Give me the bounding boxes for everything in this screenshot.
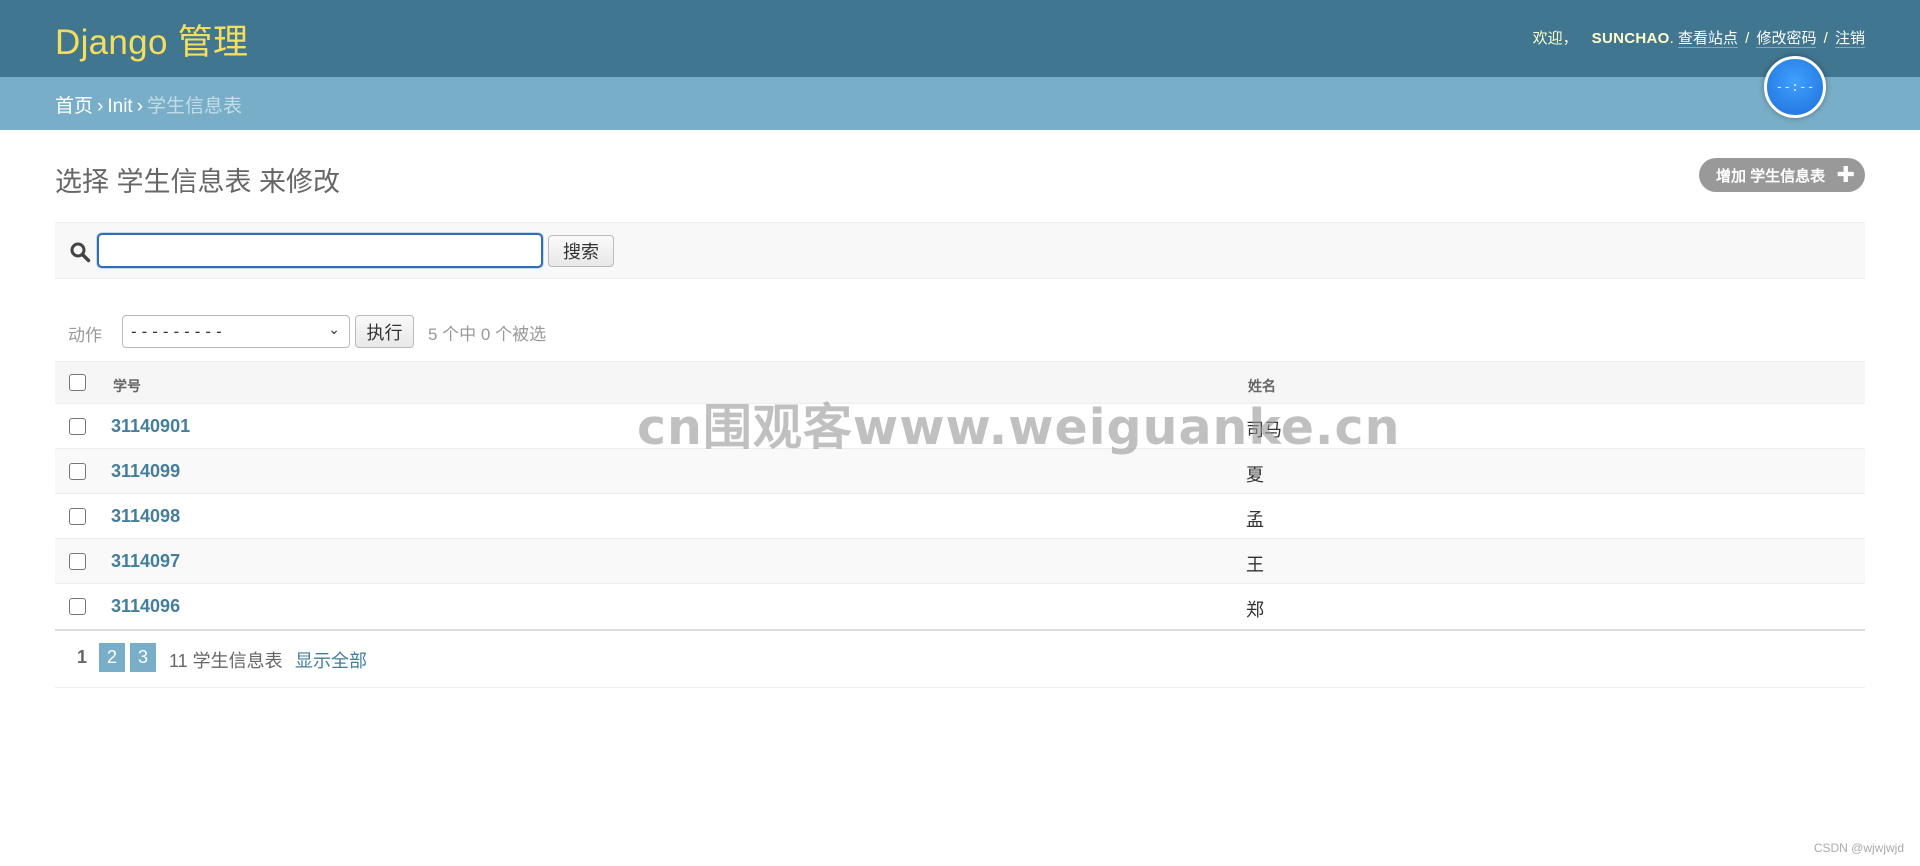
csdn-credit: CSDN @wjwjwjd bbox=[1813, 841, 1904, 855]
result-table: 学号 姓名 31140901 司马 3114099 夏 3114098 孟 31… bbox=[55, 361, 1865, 631]
row-checkbox[interactable] bbox=[69, 553, 86, 570]
row-checkbox[interactable] bbox=[69, 463, 86, 480]
page-title: 选择 学生信息表 来修改 bbox=[55, 167, 341, 197]
breadcrumb-separator: › bbox=[97, 96, 104, 117]
user-tools: 欢迎， SUNCHAO. 查看站点 / 修改密码 / 注销 bbox=[1533, 27, 1865, 48]
header: Django 管理 欢迎， SUNCHAO. 查看站点 / 修改密码 / 注销 bbox=[0, 0, 1920, 77]
page-link-2[interactable]: 2 bbox=[99, 643, 125, 672]
username-period: . bbox=[1669, 30, 1674, 47]
student-id-link[interactable]: 31140901 bbox=[111, 416, 190, 437]
current-page: 1 bbox=[77, 647, 88, 667]
breadcrumb-separator: › bbox=[136, 96, 144, 117]
result-count: 11 学生信息表 bbox=[169, 651, 283, 671]
student-name: 王 bbox=[1246, 555, 1264, 576]
logout-link[interactable]: 注销 bbox=[1834, 30, 1865, 48]
table-row: 3114096 郑 bbox=[55, 584, 1865, 629]
breadcrumb-home[interactable]: 首页 bbox=[55, 96, 93, 117]
table-row: 3114098 孟 bbox=[55, 494, 1865, 539]
change-password-link[interactable]: 修改密码 bbox=[1756, 30, 1817, 48]
student-name: 孟 bbox=[1246, 510, 1264, 531]
table-row: 31140901 司马 bbox=[55, 404, 1865, 449]
table-row: 3114097 王 bbox=[55, 539, 1865, 584]
site-branding[interactable]: Django 管理 bbox=[55, 14, 248, 65]
student-id-link[interactable]: 3114096 bbox=[111, 596, 180, 617]
separator: / bbox=[1823, 30, 1828, 47]
show-all-link[interactable]: 显示全部 bbox=[295, 647, 367, 673]
search-button[interactable]: 搜索 bbox=[548, 235, 614, 267]
selection-counter: 5 个中 0 个被选 bbox=[428, 325, 547, 344]
add-student-button[interactable]: 增加 学生信息表 ✚ bbox=[1699, 158, 1865, 192]
search-toolbar: 搜索 bbox=[55, 222, 1865, 279]
breadcrumb-app[interactable]: Init bbox=[107, 96, 132, 117]
plus-icon: ✚ bbox=[1836, 162, 1855, 187]
clock-text: --:-- bbox=[1775, 79, 1815, 95]
student-id-link[interactable]: 3114098 bbox=[111, 506, 180, 527]
chevron-down-icon: ⌄ bbox=[328, 322, 341, 338]
paginator: 1 2 3 11 学生信息表 显示全部 bbox=[55, 630, 1865, 688]
student-name: 郑 bbox=[1246, 600, 1264, 621]
welcome-text: 欢迎， bbox=[1532, 30, 1578, 47]
row-checkbox[interactable] bbox=[69, 508, 86, 525]
table-row: 3114099 夏 bbox=[55, 449, 1865, 494]
student-name: 司马 bbox=[1246, 420, 1282, 441]
row-checkbox[interactable] bbox=[69, 598, 86, 615]
action-selected-value: --------- bbox=[129, 322, 225, 341]
search-icon bbox=[70, 242, 91, 263]
column-header-name[interactable]: 姓名 bbox=[1248, 376, 1276, 396]
run-action-button[interactable]: 执行 bbox=[355, 315, 414, 348]
view-site-link[interactable]: 查看站点 bbox=[1677, 30, 1738, 48]
clock-widget[interactable]: --:-- bbox=[1764, 56, 1826, 118]
breadcrumb-current: 学生信息表 bbox=[147, 96, 243, 117]
breadcrumb: 首页 › Init › 学生信息表 bbox=[0, 77, 1920, 130]
student-name: 夏 bbox=[1246, 465, 1264, 486]
username: SUNCHAO bbox=[1591, 30, 1670, 47]
row-checkbox[interactable] bbox=[69, 418, 86, 435]
page-link-3[interactable]: 3 bbox=[130, 643, 156, 672]
separator: / bbox=[1745, 30, 1750, 47]
select-all-checkbox[interactable] bbox=[69, 374, 86, 391]
action-select[interactable]: --------- ⌄ bbox=[122, 315, 350, 348]
column-header-id[interactable]: 学号 bbox=[113, 376, 141, 396]
student-id-link[interactable]: 3114099 bbox=[111, 461, 180, 482]
table-header: 学号 姓名 bbox=[55, 361, 1865, 404]
student-id-link[interactable]: 3114097 bbox=[111, 551, 180, 572]
add-button-label: 增加 学生信息表 bbox=[1716, 167, 1826, 185]
actions-label: 动作 bbox=[68, 326, 102, 345]
search-input[interactable] bbox=[97, 233, 543, 268]
